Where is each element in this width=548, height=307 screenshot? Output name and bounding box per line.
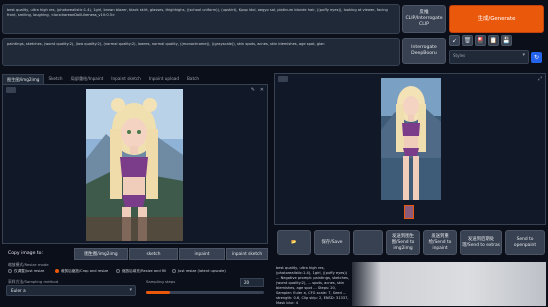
tab-img2img[interactable]: 图生图/img2img (2, 74, 45, 84)
interrogate-deepbooru-button[interactable]: Interrogate DeepBooru (402, 38, 446, 64)
styles-dropdown[interactable]: Styles ▾ (449, 50, 529, 64)
save-button[interactable]: 保存/Save (314, 230, 350, 255)
clipboard-glyph: 📋 (489, 37, 498, 44)
output-image[interactable] (381, 78, 441, 200)
tab-batch[interactable]: Batch (183, 74, 203, 84)
zip-button[interactable] (353, 230, 383, 255)
extra-networks-icon[interactable]: 🎴 (475, 35, 486, 46)
clipboard-icon[interactable]: 📋 (488, 35, 499, 46)
refresh-styles-icon[interactable]: ↻ (531, 52, 542, 63)
copy-image-label: Copy image to: (8, 251, 44, 256)
radio-label: 裁剪后缩放/Crop and resize (61, 268, 109, 273)
copy-to-img2img-button[interactable]: 图生图/img2img (74, 248, 128, 260)
output-gallery-panel: ⤢ (274, 73, 546, 225)
send-to-img2img-button[interactable]: 发送到图生图/Send to img2img (386, 230, 420, 255)
paste-params-icon[interactable]: ↙ (449, 35, 460, 46)
positive-prompt-input[interactable]: best quality, ultra high res, (photoreal… (2, 4, 400, 34)
tab-inpaint-sketch[interactable]: Inpaint sketch (107, 74, 145, 84)
cards-glyph: 🎴 (476, 37, 485, 44)
radio-label: 仅调整/Just resize (14, 268, 45, 273)
chevron-down-icon: ▾ (522, 52, 525, 58)
folder-icon: 📂 (291, 239, 297, 245)
radio-just-resize[interactable]: 仅调整/Just resize (8, 267, 44, 275)
copy-to-inpaint-button[interactable]: inpaint (179, 248, 225, 260)
arrow-icon: ↙ (451, 37, 458, 44)
sampling-steps-slider[interactable] (146, 291, 264, 294)
radio-resize-and-fill[interactable]: 缩放后填充/Resize and fill (116, 267, 166, 275)
interrogate-clip-button[interactable]: 反推 CLIP/Interrogate CLIP (402, 5, 446, 33)
close-icon[interactable]: ✕ (260, 87, 264, 93)
radio-label: 缩放后填充/Resize and fill (122, 268, 167, 273)
negative-prompt-input[interactable]: paintings, sketches, (worst quality:2), … (2, 38, 400, 66)
input-image (86, 89, 183, 241)
input-image-panel[interactable]: ✎ ✕ (2, 84, 268, 244)
save-style-icon[interactable]: 💾 (501, 35, 512, 46)
edit-icon[interactable]: ✎ (251, 87, 255, 93)
generate-button[interactable]: 生成/Generate (449, 5, 544, 33)
chevron-down-icon: ▾ (129, 287, 132, 293)
open-folder-button[interactable]: 📂 (277, 230, 311, 255)
send-to-extras-button[interactable]: 发送到后期处理/Send to extras (460, 230, 502, 255)
sampling-steps-value[interactable]: 20 (240, 278, 264, 287)
tab-sketch[interactable]: Sketch (44, 74, 66, 84)
trash-glyph: 🗑 (463, 37, 472, 44)
img2img-tabs: 图生图/img2img Sketch 局部重绘/Inpaint Inpaint … (2, 74, 203, 84)
expand-icon[interactable]: ⤢ (538, 76, 542, 82)
sampling-method-select[interactable]: Euler a ▾ (6, 285, 136, 296)
radio-label: Just resize (latent upscale) (178, 269, 226, 273)
radio-dot (172, 269, 176, 273)
copy-to-inpaint-sketch-button[interactable]: inpaint sketch (226, 248, 268, 260)
generation-info-text: best quality, ultra high res, (photoreal… (276, 266, 350, 305)
tab-inpaint[interactable]: 局部重绘/Inpaint (67, 74, 108, 84)
sampling-method-value: Euler a (11, 288, 26, 293)
tab-inpaint-upload[interactable]: Inpaint upload (145, 74, 183, 84)
slider-fill (146, 291, 170, 294)
radio-dot-selected (55, 269, 59, 273)
gallery-label-icon (278, 76, 288, 82)
radio-latent-upscale[interactable]: Just resize (latent upscale) (172, 267, 226, 275)
trash-icon[interactable]: 🗑 (462, 35, 473, 46)
styles-label: Styles (453, 53, 466, 58)
floppy-glyph: 💾 (502, 37, 511, 44)
radio-crop-and-resize[interactable]: 裁剪后缩放/Crop and resize (55, 267, 108, 275)
copy-to-sketch-button[interactable]: sketch (129, 248, 178, 260)
radio-dot (116, 269, 120, 273)
sampling-steps-label: Sampling steps (146, 279, 176, 284)
gallery-thumbnail[interactable] (404, 205, 414, 219)
send-to-openpaint-button[interactable]: Send to openpaint (505, 230, 545, 255)
send-to-inpaint-button[interactable]: 发送到重绘/Send to inpaint (423, 230, 457, 255)
input-image-label-icon (6, 87, 16, 93)
radio-dot (8, 269, 12, 273)
blurred-region (352, 262, 546, 306)
